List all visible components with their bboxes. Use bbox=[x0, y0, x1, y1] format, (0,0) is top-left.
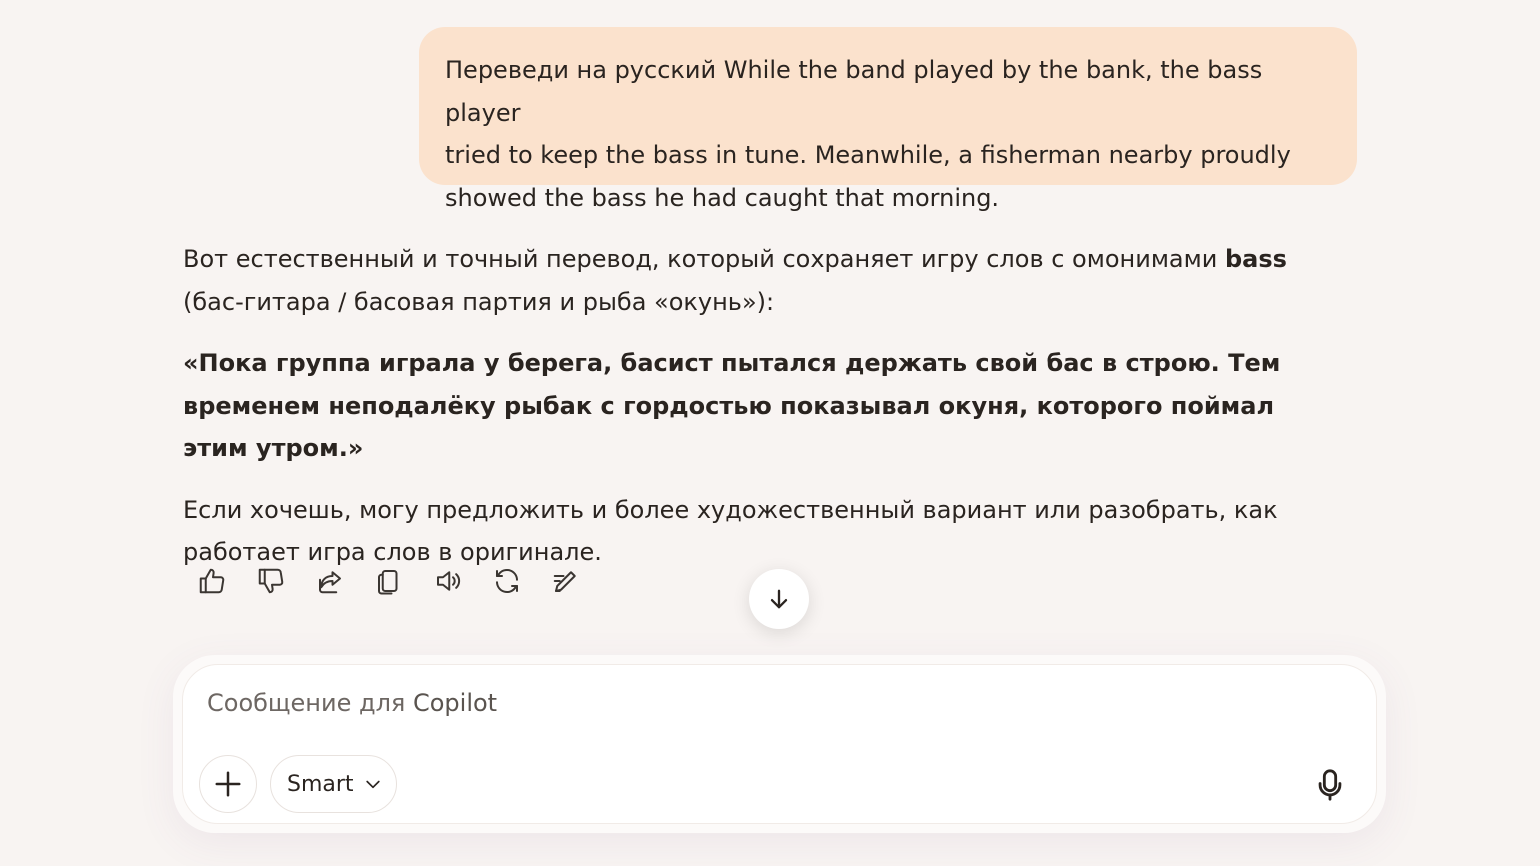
arrow-down-icon bbox=[770, 589, 788, 609]
message-actions bbox=[193, 562, 606, 602]
plus-icon bbox=[215, 771, 241, 797]
mode-label: Smart bbox=[287, 771, 354, 797]
edit-icon bbox=[553, 571, 576, 592]
microphone-button[interactable] bbox=[1305, 760, 1355, 810]
copy-button[interactable] bbox=[370, 562, 408, 600]
message-input-placeholder: Сообщение для bbox=[207, 689, 413, 717]
regenerate-icon bbox=[496, 568, 518, 594]
scroll-to-bottom-button[interactable] bbox=[749, 569, 809, 629]
like-button[interactable] bbox=[193, 562, 231, 600]
assistant-translation-text: «Пока группа играла у берега, басист пыт… bbox=[183, 349, 1281, 462]
share-icon bbox=[319, 571, 341, 594]
assistant-intro-pre: Вот естественный и точный перевод, котор… bbox=[183, 245, 1225, 273]
chevron-down-icon bbox=[365, 780, 380, 789]
share-button[interactable] bbox=[311, 562, 349, 600]
read-aloud-button[interactable] bbox=[429, 562, 467, 600]
edit-button[interactable] bbox=[547, 562, 585, 600]
assistant-translation: «Пока группа играла у берега, басист пыт… bbox=[183, 342, 1333, 470]
attach-button[interactable] bbox=[199, 755, 257, 813]
thumbs-up-icon bbox=[199, 568, 225, 594]
assistant-message: Вот естественный и точный перевод, котор… bbox=[183, 238, 1333, 593]
user-message-line-1: Переведи на русский While the band playe… bbox=[445, 56, 1263, 127]
assistant-intro-bold: bass bbox=[1224, 245, 1287, 273]
user-message-line-3: showed the bass he had caught that morni… bbox=[445, 183, 1000, 212]
user-message-line-2: tried to keep the bass in tune. Meanwhil… bbox=[445, 141, 1291, 169]
dislike-button[interactable] bbox=[252, 562, 290, 600]
message-input[interactable]: Сообщение для Copilot bbox=[207, 689, 497, 717]
assistant-intro-post: (бас-гитара / басовая партия и рыба «оку… bbox=[183, 287, 775, 316]
user-message-bubble: Переведи на русский While the band playe… bbox=[419, 27, 1357, 212]
assistant-followup: Если хочешь, могу предложить и более худ… bbox=[183, 495, 1278, 567]
mode-selector[interactable]: Smart bbox=[270, 755, 397, 813]
thumbs-down-icon bbox=[258, 568, 284, 594]
microphone-icon bbox=[1318, 769, 1342, 801]
speaker-icon bbox=[437, 571, 461, 591]
regenerate-button[interactable] bbox=[488, 562, 526, 600]
copy-icon bbox=[378, 570, 398, 595]
message-input-brand: Copilot bbox=[412, 689, 498, 717]
assistant-intro: Вот естественный и точный перевод, котор… bbox=[183, 238, 1333, 323]
